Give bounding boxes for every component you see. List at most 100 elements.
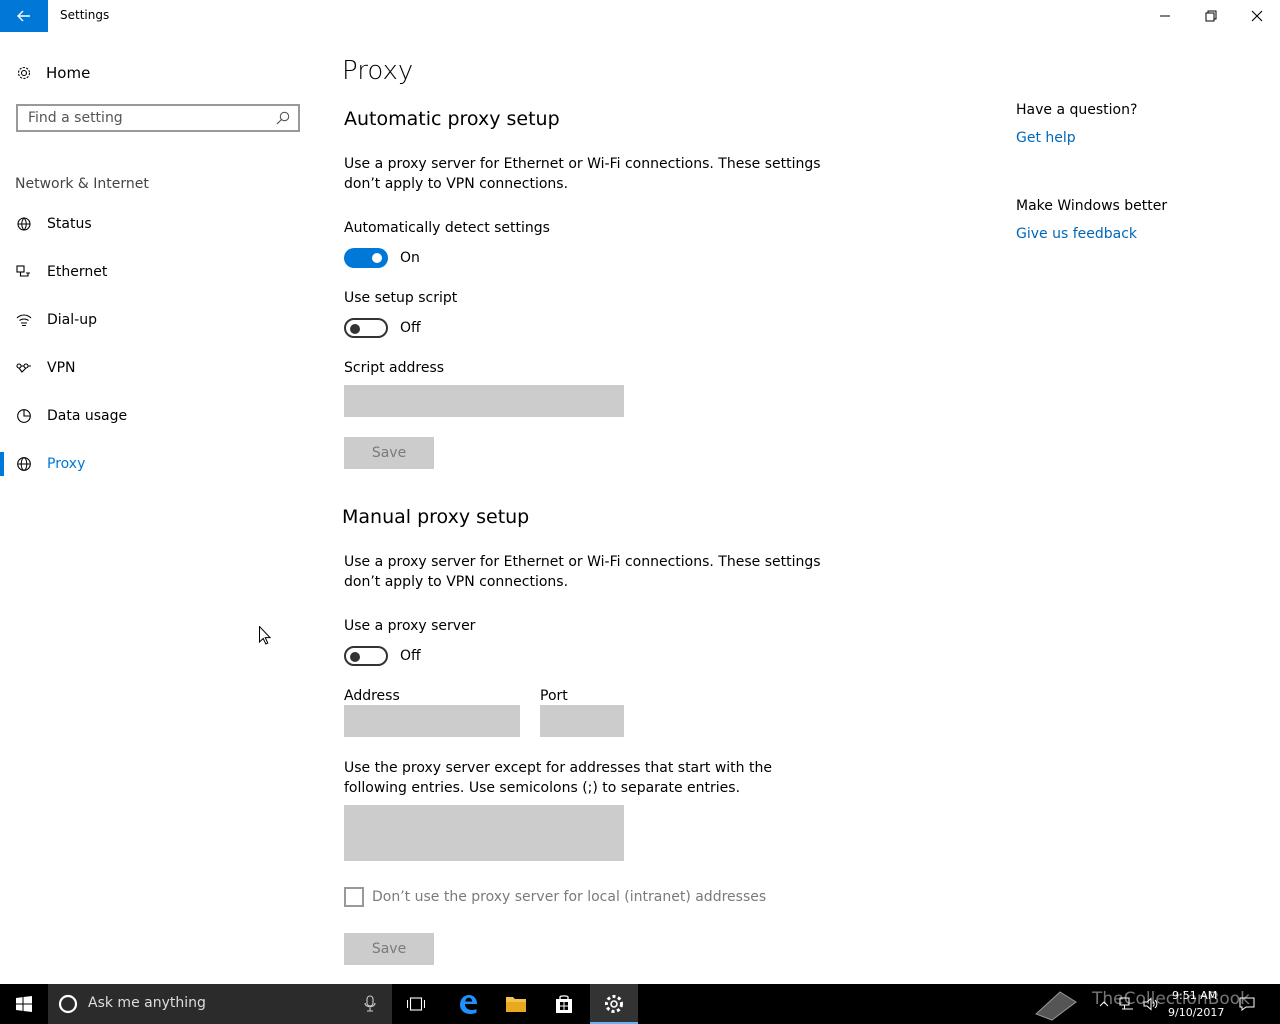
back-arrow-icon	[17, 10, 30, 22]
store-button[interactable]	[540, 984, 588, 1024]
sidebar-item-label: Dial-up	[47, 312, 97, 328]
exceptions-field[interactable]	[344, 805, 624, 861]
sidebar-item-dialup[interactable]: Dial-up	[0, 300, 320, 340]
sidebar-item-label: Data usage	[47, 408, 128, 424]
use-proxy-label: Use a proxy server	[344, 618, 476, 634]
dialup-icon	[16, 314, 32, 327]
exceptions-line2: following entries. Use semicolons (;) to…	[344, 780, 741, 796]
edge-icon	[460, 995, 477, 1014]
start-button[interactable]	[0, 984, 48, 1024]
clock-time[interactable]: 9:51 AM	[1172, 989, 1217, 1002]
close-button[interactable]	[1234, 0, 1280, 32]
file-explorer-button[interactable]	[492, 984, 540, 1024]
settings-taskbar-button[interactable]	[590, 984, 638, 1024]
restore-icon	[1205, 10, 1217, 22]
setup-script-label: Use setup script	[344, 290, 458, 306]
ethernet-icon	[16, 265, 30, 277]
store-icon	[556, 995, 572, 1013]
local-addresses-label: Don’t use the proxy server for local (in…	[372, 889, 767, 905]
volume-tray-button[interactable]	[1140, 984, 1162, 1024]
port-field[interactable]	[540, 705, 624, 737]
notification-icon	[1239, 997, 1255, 1011]
feedback-link[interactable]: Give us feedback	[1016, 226, 1137, 242]
script-address-field[interactable]	[344, 385, 624, 417]
setup-script-toggle[interactable]	[344, 318, 388, 338]
detect-settings-state: On	[400, 250, 420, 266]
chevron-up-icon	[1099, 1001, 1109, 1007]
sidebar-item-data-usage[interactable]: Data usage	[0, 396, 320, 436]
manual-heading: Manual proxy setup	[342, 506, 530, 528]
network-icon	[1119, 997, 1133, 1010]
watermark-book-icon	[1035, 991, 1077, 1021]
address-label: Address	[344, 688, 400, 704]
sidebar-item-label: Ethernet	[47, 264, 108, 280]
local-addresses-checkbox[interactable]	[344, 887, 364, 907]
search-icon	[276, 111, 290, 125]
sidebar-item-label: Status	[47, 216, 92, 232]
automatic-heading: Automatic proxy setup	[344, 108, 560, 130]
title-bar: Settings	[0, 0, 1280, 32]
cortana-search-box[interactable]: Ask me anything	[48, 984, 392, 1024]
window-title: Settings	[60, 8, 110, 22]
feedback-heading: Make Windows better	[1016, 198, 1168, 214]
script-address-label: Script address	[344, 360, 445, 376]
get-help-link[interactable]: Get help	[1016, 130, 1076, 146]
question-heading: Have a question?	[1016, 102, 1138, 118]
back-button[interactable]	[0, 0, 48, 32]
restore-button[interactable]	[1188, 0, 1234, 32]
manual-description-line2: don’t apply to VPN connections.	[344, 574, 569, 590]
automatic-description-line1: Use a proxy server for Ethernet or Wi-Fi…	[344, 156, 821, 172]
gear-icon	[17, 66, 31, 80]
taskbar: Ask me anything TheCollectionBook 9:51 A…	[0, 984, 1280, 1024]
folder-icon	[506, 997, 526, 1012]
edge-button[interactable]	[444, 984, 492, 1024]
home-link[interactable]: Home	[16, 62, 90, 84]
home-label: Home	[46, 64, 91, 82]
cortana-placeholder: Ask me anything	[88, 995, 206, 1011]
manual-save-button[interactable]: Save	[344, 933, 434, 965]
sidebar-item-label: VPN	[47, 360, 76, 376]
toggle-knob	[372, 253, 382, 263]
section-label: Network & Internet	[15, 176, 149, 192]
task-view-icon	[407, 997, 425, 1011]
tray-expand-button[interactable]	[1094, 984, 1114, 1024]
search-input[interactable]	[18, 106, 278, 130]
cortana-icon	[58, 994, 78, 1014]
settings-gear-icon	[605, 995, 623, 1013]
close-icon	[1251, 10, 1263, 22]
volume-icon	[1143, 997, 1158, 1011]
exceptions-line1: Use the proxy server except for addresse…	[344, 760, 772, 776]
clock-date[interactable]: 9/10/2017	[1168, 1006, 1224, 1019]
address-field[interactable]	[344, 705, 520, 737]
sidebar-item-ethernet[interactable]: Ethernet	[0, 252, 320, 292]
sidebar-item-label: Proxy	[47, 456, 86, 472]
windows-logo-icon	[16, 996, 32, 1012]
automatic-save-button[interactable]: Save	[344, 437, 434, 469]
detect-settings-label: Automatically detect settings	[344, 220, 550, 236]
automatic-description-line2: don’t apply to VPN connections.	[344, 176, 569, 192]
detect-settings-toggle[interactable]	[344, 248, 388, 268]
sidebar-item-proxy[interactable]: Proxy	[0, 444, 320, 484]
main-content: Proxy Automatic proxy setup Use a proxy …	[342, 32, 1002, 984]
toggle-knob	[350, 324, 360, 334]
minimize-button[interactable]	[1142, 0, 1188, 32]
vpn-icon	[16, 363, 31, 373]
search-box[interactable]	[16, 104, 300, 132]
sidebar-item-vpn[interactable]: VPN	[0, 348, 320, 388]
task-view-button[interactable]	[392, 984, 440, 1024]
globe-icon	[17, 457, 31, 471]
microphone-icon[interactable]	[364, 995, 376, 1013]
page-title: Proxy	[342, 56, 414, 86]
network-tray-button[interactable]	[1116, 984, 1138, 1024]
sidebar-item-status[interactable]: Status	[0, 204, 320, 244]
sidebar: Home Network & Internet Status Ethernet …	[0, 32, 320, 984]
minimize-icon	[1160, 15, 1170, 17]
status-icon	[17, 217, 31, 231]
mouse-cursor-icon	[259, 626, 271, 645]
setup-script-state: Off	[400, 320, 421, 336]
data-usage-icon	[17, 409, 31, 423]
toggle-knob	[350, 652, 360, 662]
use-proxy-toggle[interactable]	[344, 646, 388, 666]
action-center-button[interactable]	[1234, 984, 1260, 1024]
use-proxy-state: Off	[400, 648, 421, 664]
